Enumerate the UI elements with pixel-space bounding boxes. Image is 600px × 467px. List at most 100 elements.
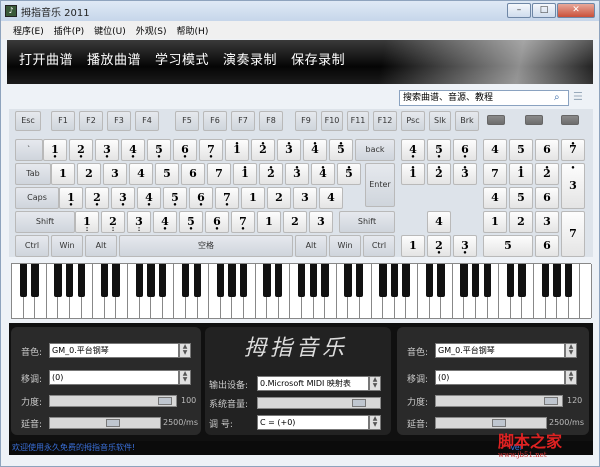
piano-black-key[interactable] xyxy=(239,264,248,297)
search-input[interactable]: 搜索曲谱、音源、教程 ⌕ xyxy=(399,90,569,106)
numpad-r4-1[interactable]: 2 xyxy=(509,211,533,233)
piano-black-key[interactable] xyxy=(437,264,445,297)
nav-arrow-0[interactable]: 1 xyxy=(401,235,425,257)
menu-keymap[interactable]: 键位(U) xyxy=(94,24,126,37)
key-r2-11[interactable]: 5 • xyxy=(337,163,361,185)
key-backquote[interactable]: ` xyxy=(15,139,43,161)
numpad-plus[interactable]: 3 • xyxy=(561,163,585,209)
piano-black-key[interactable] xyxy=(344,264,352,297)
nav-r1-0[interactable]: 4 • xyxy=(401,139,425,161)
right-transpose-input[interactable]: (0) xyxy=(435,370,565,385)
numpad-dot[interactable]: 6 xyxy=(535,235,559,257)
key-r2-4[interactable]: 5 xyxy=(155,163,179,185)
key-shift-left[interactable]: Shift xyxy=(15,211,75,233)
numpad-enter[interactable]: 7 xyxy=(561,211,585,257)
nav-r1-1[interactable]: 5 • xyxy=(427,139,451,161)
nav-r1-2[interactable]: 6 • xyxy=(453,139,477,161)
numpad-r1-3[interactable]: 7 • xyxy=(561,139,585,161)
menu-program[interactable]: 程序(E) xyxy=(13,24,44,37)
key-r4-9[interactable]: 3 xyxy=(309,211,333,233)
piano-black-key[interactable] xyxy=(65,264,74,297)
numpad-r3-2[interactable]: 6 xyxy=(535,187,559,209)
numpad-r3-0[interactable]: 4 xyxy=(483,187,507,209)
piano-black-key[interactable] xyxy=(31,264,39,297)
piano-black-key[interactable] xyxy=(460,264,468,297)
key-r1-1[interactable]: 2 • xyxy=(69,139,93,161)
list-icon[interactable]: ☰ xyxy=(573,90,589,106)
numpad-r4-2[interactable]: 3 xyxy=(535,211,559,233)
piano-black-key[interactable] xyxy=(274,264,283,297)
fkey-f4[interactable]: F4 xyxy=(135,111,159,131)
key-r1-11[interactable]: 5 • xyxy=(329,139,353,161)
piano-black-key[interactable] xyxy=(564,264,573,297)
key-shift-right[interactable]: Shift xyxy=(339,211,395,233)
key-back[interactable]: back xyxy=(355,139,395,161)
key-r3-9[interactable]: 3 xyxy=(293,187,317,209)
key-r2-6[interactable]: 7 xyxy=(207,163,231,185)
piano-black-key[interactable] xyxy=(263,264,271,297)
left-transpose-spin[interactable]: ▲ ▼ xyxy=(179,370,191,385)
left-transpose-input[interactable]: (0) xyxy=(49,370,179,385)
fkey-f6[interactable]: F6 xyxy=(203,111,227,131)
key-caps[interactable]: Caps xyxy=(15,187,59,209)
fkey-f11[interactable]: F11 xyxy=(347,111,369,131)
key-ctrl-left[interactable]: Ctrl xyxy=(15,235,49,257)
key-r2-8[interactable]: 2 • xyxy=(259,163,283,185)
piano-black-key[interactable] xyxy=(100,264,109,297)
menu-help[interactable]: 帮助(H) xyxy=(177,24,209,37)
piano-black-key[interactable] xyxy=(112,264,120,297)
piano-black-key[interactable] xyxy=(425,264,434,297)
key-r4-3[interactable]: 4 • xyxy=(153,211,177,233)
fkey-f1[interactable]: F1 xyxy=(51,111,75,131)
fkey-f3[interactable]: F3 xyxy=(107,111,131,131)
fkey-f7[interactable]: F7 xyxy=(231,111,255,131)
key-enter[interactable]: Enter xyxy=(365,163,395,207)
piano-black-key[interactable] xyxy=(135,264,144,297)
fkey-brk[interactable]: Brk xyxy=(455,111,479,131)
piano-black-key[interactable] xyxy=(541,264,550,297)
numpad-r2-0[interactable]: 7 xyxy=(483,163,507,185)
key-r2-7[interactable]: 1 • xyxy=(233,163,257,185)
piano-black-key[interactable] xyxy=(54,264,62,297)
record-play-button[interactable]: 演奏录制 xyxy=(223,49,277,68)
key-r2-0[interactable]: 1 xyxy=(51,163,75,185)
key-r3-4[interactable]: 5 • xyxy=(163,187,187,209)
piano-black-key[interactable] xyxy=(309,264,318,297)
nav-arrow-1[interactable]: 2 • xyxy=(427,235,451,257)
key-r1-2[interactable]: 3 • xyxy=(95,139,119,161)
key-r4-5[interactable]: 6 • xyxy=(205,211,229,233)
numpad-r1-0[interactable]: 4 xyxy=(483,139,507,161)
numpad-zero[interactable]: 5 xyxy=(483,235,533,257)
minimize-button[interactable]: – xyxy=(507,3,531,18)
nav-arrow-up[interactable]: 4 xyxy=(427,211,451,233)
piano-black-key[interactable] xyxy=(297,264,306,297)
key-r3-1[interactable]: 2 • xyxy=(85,187,109,209)
right-sustain-thumb[interactable] xyxy=(492,419,506,427)
piano-black-key[interactable] xyxy=(216,264,225,297)
piano-black-key[interactable] xyxy=(193,264,202,297)
piano-black-key[interactable] xyxy=(228,264,236,297)
key-signature-input[interactable]: C = (+0) xyxy=(257,415,369,430)
piano-white-key[interactable] xyxy=(580,264,592,318)
key-r1-8[interactable]: 2 • xyxy=(251,139,275,161)
numpad-r4-0[interactable]: 1 xyxy=(483,211,507,233)
numpad-r3-1[interactable]: 5 xyxy=(509,187,533,209)
key-r1-9[interactable]: 3 • xyxy=(277,139,301,161)
numpad-r2-2[interactable]: 2 • xyxy=(535,163,559,185)
piano-black-key[interactable] xyxy=(483,264,492,297)
piano-black-key[interactable] xyxy=(471,264,480,297)
right-force-thumb[interactable] xyxy=(544,397,558,405)
key-r3-10[interactable]: 4 xyxy=(319,187,343,209)
output-device-spin[interactable]: ▲ ▼ xyxy=(369,376,381,391)
piano-black-key[interactable] xyxy=(181,264,190,297)
piano-black-key[interactable] xyxy=(390,264,399,297)
nav-arrow-2[interactable]: 3 • xyxy=(453,235,477,257)
key-ctrl-right[interactable]: Ctrl xyxy=(363,235,395,257)
numpad-r1-2[interactable]: 6 xyxy=(535,139,559,161)
left-force-thumb[interactable] xyxy=(158,397,172,405)
nav-r2-1[interactable]: 2 • xyxy=(427,163,451,185)
left-voice-select[interactable]: GM_0.平台钢琴 xyxy=(49,343,179,358)
fkey-f12[interactable]: F12 xyxy=(373,111,397,131)
key-r4-1[interactable]: 2: xyxy=(101,211,125,233)
piano-black-key[interactable] xyxy=(506,264,515,297)
